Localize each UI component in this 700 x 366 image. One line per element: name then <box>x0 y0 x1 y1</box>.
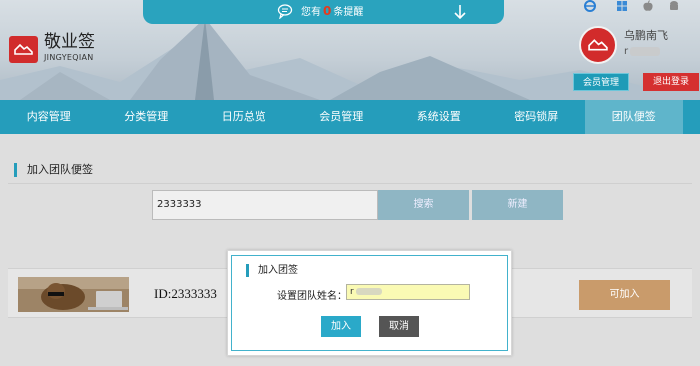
divider <box>8 183 692 184</box>
nav-item-content[interactable]: 内容管理 <box>0 100 98 134</box>
cloud-logo-icon <box>588 39 608 51</box>
chat-bubble-icon <box>277 4 293 19</box>
user-name: 乌鹏南飞 <box>624 29 668 42</box>
blurred-text <box>630 46 661 56</box>
avatar[interactable] <box>579 26 617 64</box>
search-input[interactable]: 2333333 <box>152 190 378 220</box>
brand-subtitle: JINGYEQIAN <box>44 53 94 62</box>
notification-bar[interactable]: 您有 0 条提醒 <box>143 0 504 24</box>
main-nav: 内容管理 分类管理 日历总览 会员管理 系统设置 密码锁屏 团队便签 <box>0 100 700 134</box>
blurred-text <box>355 288 382 295</box>
join-button[interactable]: 加入 <box>321 316 361 337</box>
notice-prefix: 您有 <box>301 7 321 18</box>
join-team-dialog: 加入团签 设置团队姓名： r 加入 取消 <box>227 250 512 356</box>
team-name-label: 设置团队姓名： <box>277 291 347 302</box>
ie-icon[interactable] <box>584 0 596 12</box>
brand-name: 敬业签 <box>44 32 95 52</box>
member-management-button[interactable]: 会员管理 <box>573 73 629 91</box>
nav-item-lock[interactable]: 密码锁屏 <box>488 100 586 134</box>
cancel-button[interactable]: 取消 <box>379 316 419 337</box>
user-account: r <box>624 46 661 57</box>
dialog-title: 加入团签 <box>246 264 298 277</box>
team-image <box>18 277 129 312</box>
can-join-button[interactable]: 可加入 <box>579 280 670 310</box>
nav-item-calendar[interactable]: 日历总览 <box>195 100 293 134</box>
team-id: ID:2333333 <box>154 286 217 301</box>
notice-suffix: 条提醒 <box>333 7 364 18</box>
dialog-frame: 加入团签 设置团队姓名： r 加入 取消 <box>231 255 508 351</box>
logout-button[interactable]: 退出登录 <box>643 73 699 91</box>
platform-icons <box>582 0 692 14</box>
arrow-down-icon[interactable] <box>453 4 467 20</box>
cloud-logo-icon <box>14 43 33 55</box>
dog-photo <box>18 277 129 312</box>
notice-count: 0 <box>323 4 332 18</box>
apple-icon[interactable] <box>642 0 654 12</box>
header: 您有 0 条提醒 敬业签 JINGYEQIAN 乌鹏南飞 r 会员管理 退出登录 <box>0 0 700 100</box>
android-icon[interactable] <box>668 0 680 12</box>
new-button[interactable]: 新建 <box>472 190 563 220</box>
logo[interactable] <box>9 36 38 63</box>
notification-text: 您有 0 条提醒 <box>301 5 363 19</box>
user-account-text: r <box>624 46 629 57</box>
search-button[interactable]: 搜索 <box>378 190 469 220</box>
nav-item-settings[interactable]: 系统设置 <box>390 100 488 134</box>
nav-item-team[interactable]: 团队便签 <box>585 100 683 134</box>
nav-item-category[interactable]: 分类管理 <box>98 100 196 134</box>
nav-item-members[interactable]: 会员管理 <box>293 100 391 134</box>
team-name-input[interactable]: r <box>346 284 470 300</box>
section-title: 加入团队便签 <box>14 163 93 177</box>
team-name-value: r <box>350 287 354 297</box>
windows-icon[interactable] <box>616 0 628 12</box>
